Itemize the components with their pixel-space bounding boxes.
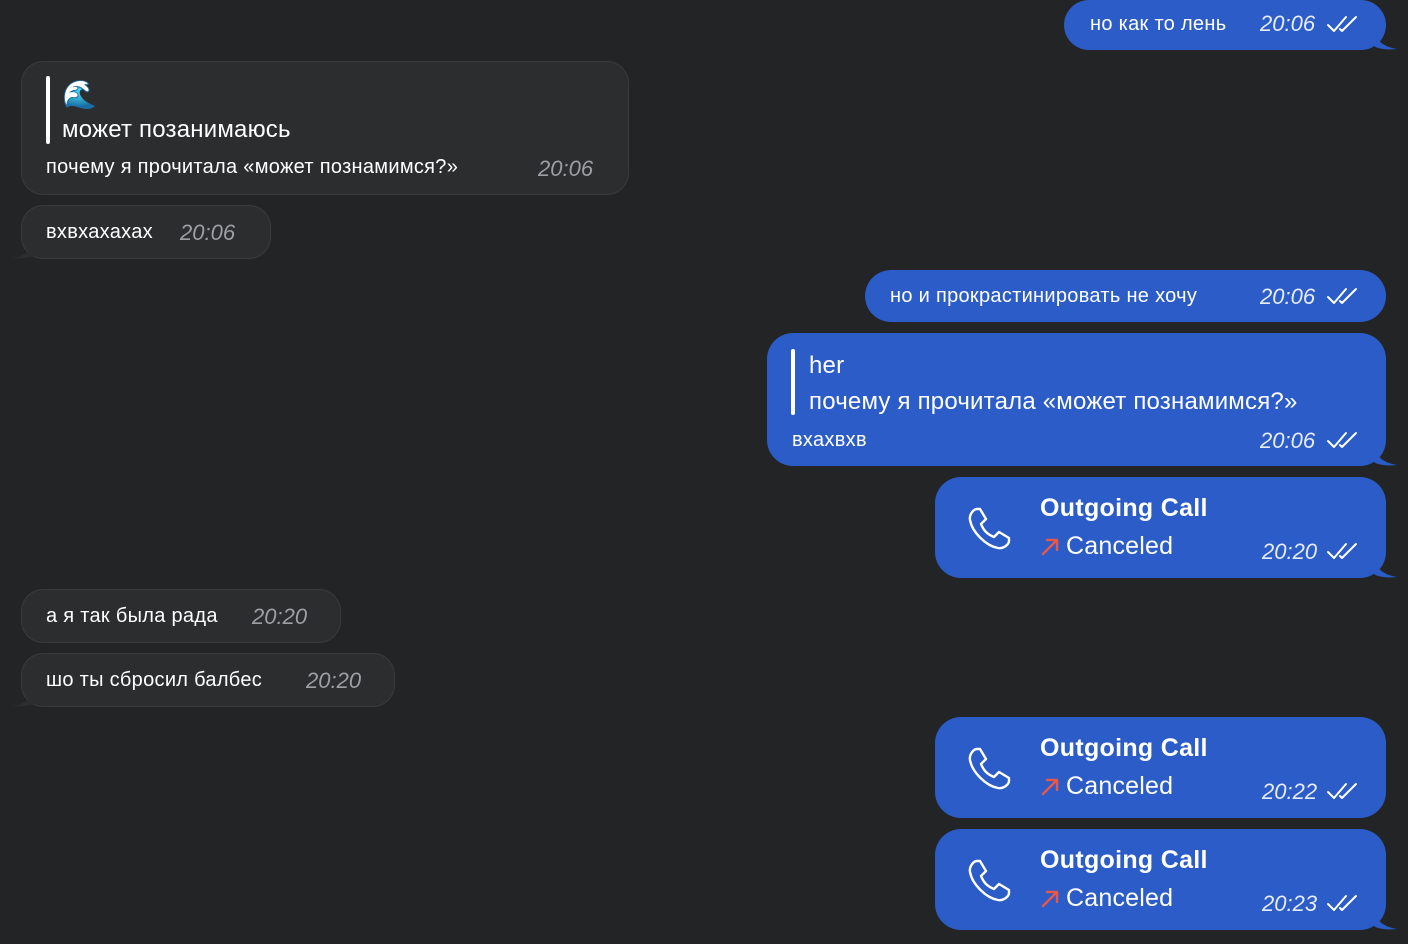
message-text: почему я прочитала «может познамимся?» xyxy=(46,156,459,178)
message-incoming-reply[interactable]: 🌊 может позанимаюсь почему я прочитала «… xyxy=(21,61,629,195)
phone-icon[interactable] xyxy=(965,857,1013,905)
message-time: 20:20 xyxy=(1262,539,1318,564)
message-incoming[interactable]: шо ты сбросил балбес 20:20 xyxy=(21,653,395,707)
outgoing-arrow-icon xyxy=(1040,889,1060,909)
call-status: Canceled xyxy=(1066,532,1174,560)
message-text: но как то лень xyxy=(1090,13,1227,35)
call-title: Outgoing Call xyxy=(1040,494,1208,522)
phone-icon[interactable] xyxy=(965,505,1013,553)
call-status: Canceled xyxy=(1066,884,1174,912)
message-text: вхахвхв xyxy=(792,429,867,451)
bubble-tail xyxy=(1374,28,1398,50)
double-check-icon xyxy=(1326,430,1358,450)
call-message[interactable]: Outgoing Call Canceled 20:22 xyxy=(935,717,1386,818)
quote-author: her xyxy=(809,352,845,379)
call-message[interactable]: Outgoing Call Canceled 20:20 xyxy=(935,477,1386,578)
message-text: шо ты сбросил балбес xyxy=(46,669,263,691)
message-incoming[interactable]: вхвхахахах 20:06 xyxy=(21,205,271,259)
message-time: 20:06 xyxy=(1260,11,1316,36)
outgoing-arrow-icon xyxy=(1040,777,1060,797)
call-title: Outgoing Call xyxy=(1040,734,1208,762)
message-time: 20:06 xyxy=(538,156,594,181)
bubble-tail xyxy=(11,685,35,707)
double-check-icon xyxy=(1326,781,1358,801)
call-status: Canceled xyxy=(1066,772,1174,800)
bubble-tail xyxy=(1374,908,1398,930)
double-check-icon xyxy=(1326,893,1358,913)
quote-bar xyxy=(46,76,50,144)
double-check-icon xyxy=(1326,541,1358,561)
message-text: а я так была рада xyxy=(46,605,218,627)
bubble-tail xyxy=(1374,556,1398,578)
double-check-icon xyxy=(1326,14,1358,34)
message-text: вхвхахахах xyxy=(46,221,153,243)
call-title: Outgoing Call xyxy=(1040,846,1208,874)
message-time: 20:22 xyxy=(1262,779,1318,804)
message-time: 20:06 xyxy=(180,220,236,245)
message-time: 20:06 xyxy=(1260,284,1316,309)
outgoing-arrow-icon xyxy=(1040,537,1060,557)
quoted-text: может позанимаюсь xyxy=(62,116,291,143)
quote-bar xyxy=(791,349,795,415)
message-time: 20:06 xyxy=(1260,428,1316,453)
bubble-tail xyxy=(1374,444,1398,466)
message-outgoing[interactable]: но как то лень 20:06 xyxy=(1064,0,1386,50)
message-outgoing-reply[interactable]: her почему я прочитала «может познамимся… xyxy=(767,333,1386,466)
message-time: 20:23 xyxy=(1262,891,1318,916)
message-outgoing[interactable]: но и прокрастинировать не хочу 20:06 xyxy=(865,270,1386,322)
double-check-icon xyxy=(1326,286,1358,306)
message-incoming[interactable]: а я так была рада 20:20 xyxy=(21,589,341,643)
call-message[interactable]: Outgoing Call Canceled 20:23 xyxy=(935,829,1386,930)
quoted-text: почему я прочитала «может познамимся?» xyxy=(809,388,1298,415)
wave-emoji-icon: 🌊 xyxy=(62,79,97,110)
message-text: но и прокрастинировать не хочу xyxy=(890,285,1198,307)
message-time: 20:20 xyxy=(252,604,308,629)
bubble-tail xyxy=(11,237,35,259)
message-time: 20:20 xyxy=(306,668,362,693)
phone-icon[interactable] xyxy=(965,745,1013,793)
